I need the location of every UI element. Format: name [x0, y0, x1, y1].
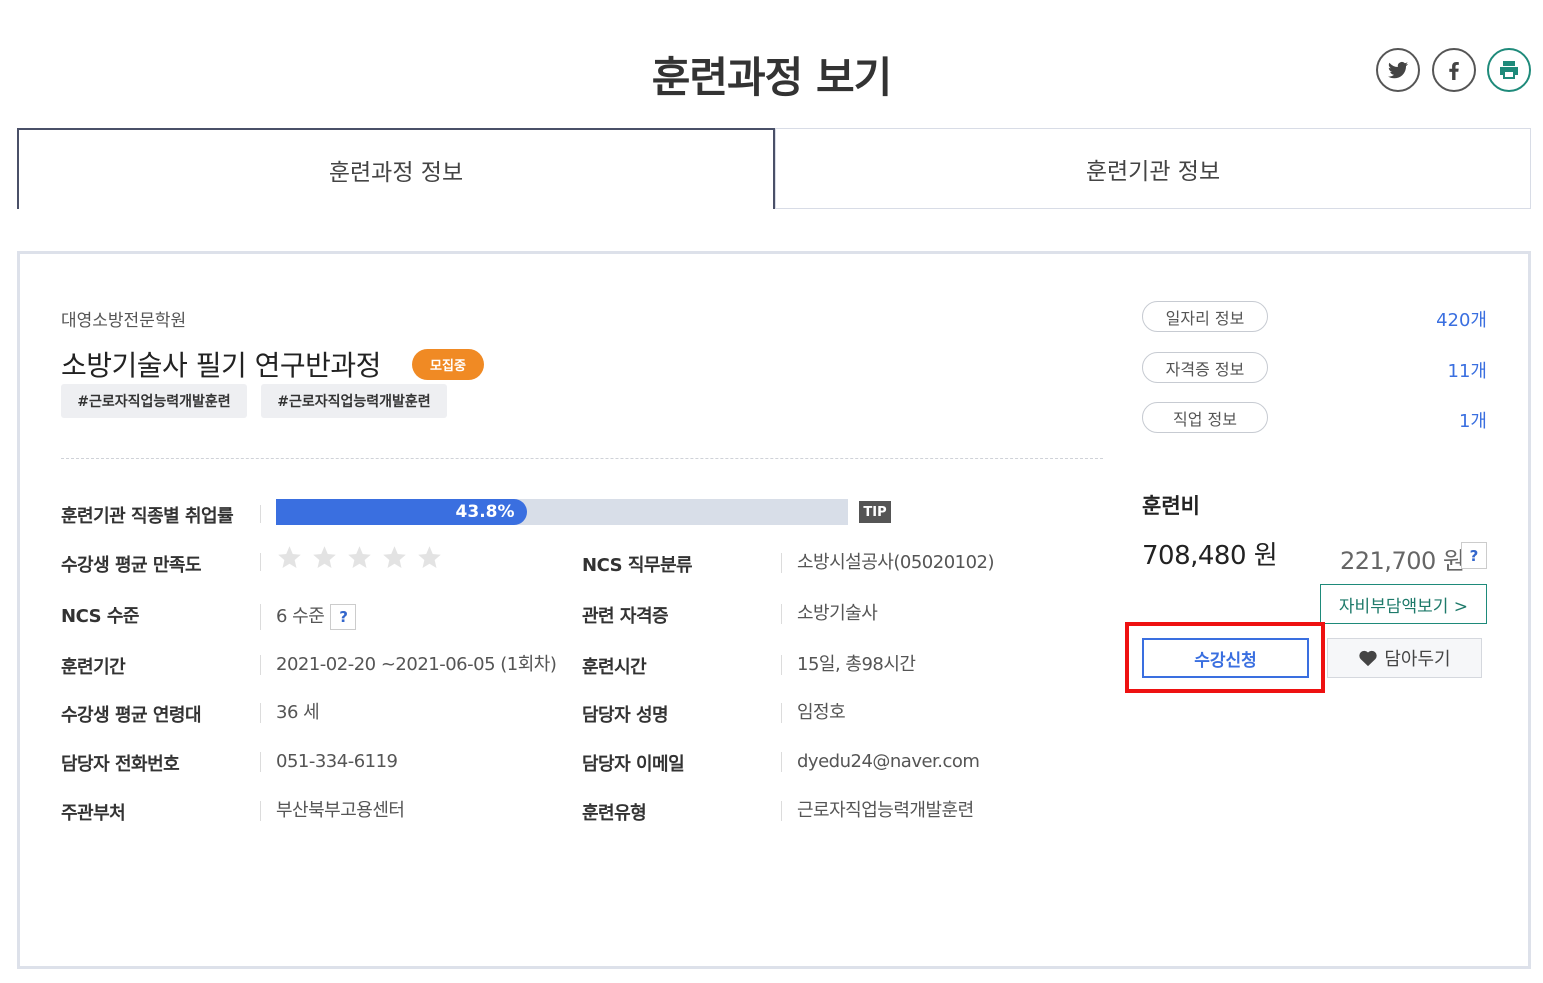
training-hours-value: 15일, 총98시간 [781, 655, 916, 675]
course-title: 소방기술사 필기 연구반과정 [61, 349, 381, 382]
course-tag[interactable]: #근로자직업능력개발훈련 [261, 384, 447, 418]
ncs-level-label: NCS 수준 [61, 606, 139, 627]
training-fee-total: 708,480 원 [1142, 541, 1278, 571]
heart-icon [1359, 650, 1378, 667]
separator [260, 505, 261, 523]
occupation-info-count[interactable]: 1개 [1459, 407, 1487, 433]
satisfaction-stars [276, 544, 443, 571]
page-title: 훈련과정 보기 [651, 53, 892, 102]
job-info-count[interactable]: 420개 [1436, 306, 1487, 332]
certificate-info-count[interactable]: 11개 [1448, 357, 1487, 383]
training-period-value: 2021-02-20 ~2021-06-05 (1회차) [260, 655, 557, 675]
fee-help-button[interactable]: ? [1461, 542, 1487, 569]
training-fee-label: 훈련비 [1142, 494, 1200, 518]
tip-button[interactable]: TIP [859, 501, 891, 523]
training-period-label: 훈련기간 [61, 657, 126, 678]
divider [61, 458, 1103, 459]
manager-email-value: dyedu24@naver.com [781, 752, 980, 772]
manager-name-value: 임정호 [781, 703, 846, 723]
recruiting-badge: 모집중 [412, 349, 484, 380]
star-icon [383, 546, 406, 568]
manager-name-label: 담당자 성명 [582, 705, 669, 726]
star-icon [313, 546, 336, 568]
tab-institution-info[interactable]: 훈련기관 정보 [775, 128, 1531, 209]
employment-rate-label: 훈련기관 직종별 취업률 [61, 506, 234, 527]
manager-email-label: 담당자 이메일 [582, 754, 685, 775]
facebook-icon [1449, 62, 1459, 80]
avg-age-label: 수강생 평균 연령대 [61, 705, 202, 726]
contact-phone-value: 051-334-6119 [260, 752, 398, 772]
ministry-label: 주관부처 [61, 803, 126, 824]
related-cert-label: 관련 자격증 [582, 606, 669, 627]
course-tag[interactable]: #근로자직업능력개발훈련 [61, 384, 247, 418]
tab-bar: 훈련과정 정보 훈련기관 정보 [17, 128, 1531, 209]
training-hours-label: 훈련시간 [582, 657, 647, 678]
institution-name: 대영소방전문학원 [61, 311, 187, 331]
certificate-info-pill[interactable]: 자격증 정보 [1142, 352, 1268, 383]
job-info-pill[interactable]: 일자리 정보 [1142, 301, 1268, 332]
star-icon [278, 546, 301, 568]
twitter-icon [1388, 61, 1408, 79]
save-button[interactable]: 담아두기 [1327, 638, 1482, 678]
apply-button[interactable]: 수강신청 [1142, 638, 1309, 678]
twitter-share-button[interactable] [1376, 48, 1420, 92]
employment-rate-fill: 43.8% [276, 499, 527, 525]
employment-rate-bar: 43.8% [276, 499, 848, 525]
star-icon [348, 546, 371, 568]
occupation-info-pill[interactable]: 직업 정보 [1142, 402, 1268, 433]
ncs-category-label: NCS 직무분류 [582, 555, 693, 576]
tab-course-info[interactable]: 훈련과정 정보 [17, 128, 775, 209]
training-type-value: 근로자직업능력개발훈련 [781, 801, 974, 821]
print-icon [1500, 61, 1518, 79]
ncs-level-value: 6 수준? [260, 604, 357, 630]
ncs-category-value: 소방시설공사(05020102) [781, 553, 995, 573]
ncs-level-help-button[interactable]: ? [330, 604, 357, 630]
facebook-share-button[interactable] [1432, 48, 1476, 92]
self-pay-amount: 221,700 원 [1340, 547, 1465, 575]
separator [260, 553, 261, 571]
self-pay-view-button[interactable]: 자비부담액보기 > [1320, 584, 1487, 624]
training-type-label: 훈련유형 [582, 803, 647, 824]
contact-phone-label: 담당자 전화번호 [61, 754, 180, 775]
ministry-value: 부산북부고용센터 [260, 801, 405, 821]
satisfaction-label: 수강생 평균 만족도 [61, 555, 202, 576]
save-button-label: 담아두기 [1384, 649, 1451, 670]
related-cert-value: 소방기술사 [781, 604, 878, 624]
print-button[interactable] [1487, 48, 1531, 92]
star-icon [418, 546, 441, 568]
avg-age-value: 36 세 [260, 703, 320, 723]
